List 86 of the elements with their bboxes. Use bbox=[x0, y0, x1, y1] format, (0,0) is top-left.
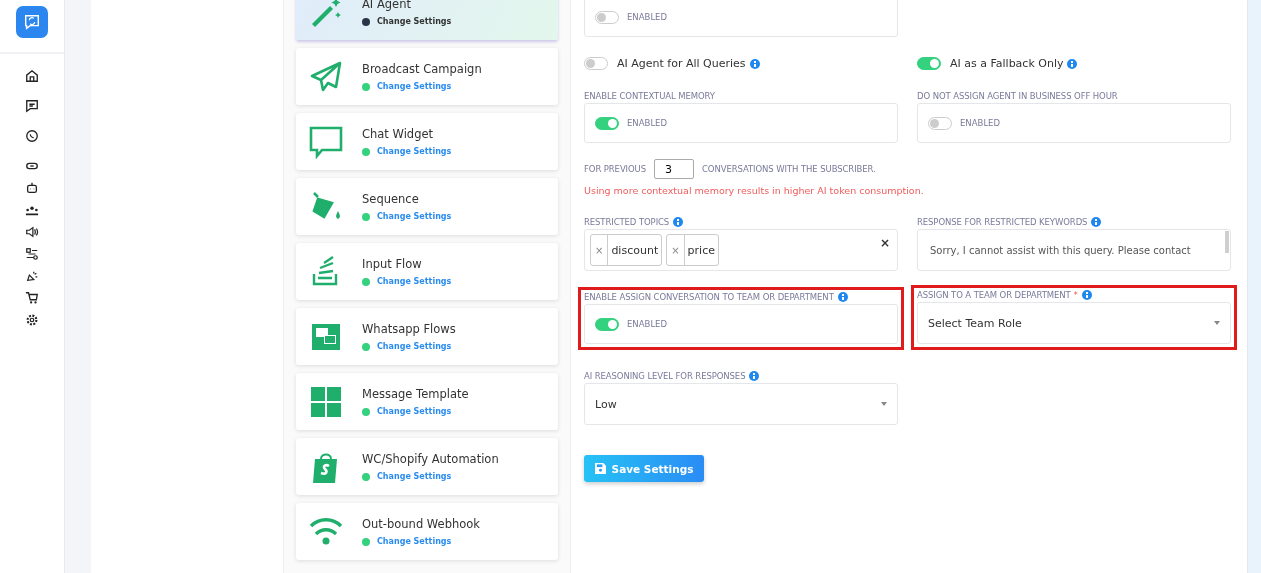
change-settings-link[interactable]: Change Settings bbox=[377, 277, 452, 286]
module-card[interactable]: Sequence Change Settings bbox=[296, 178, 558, 235]
change-settings-link[interactable]: Change Settings bbox=[377, 472, 452, 481]
topic-tag: × discount bbox=[590, 234, 663, 266]
module-title: WC/Shopify Automation bbox=[362, 452, 499, 466]
app-logo-icon[interactable] bbox=[16, 6, 48, 38]
change-settings-link[interactable]: Change Settings bbox=[377, 212, 452, 221]
toggle-switch[interactable] bbox=[917, 57, 941, 70]
status-dot bbox=[362, 82, 370, 91]
module-title: Sequence bbox=[362, 192, 420, 206]
status-dot bbox=[362, 147, 370, 156]
module-card[interactable]: Input Flow Change Settings bbox=[296, 243, 558, 300]
toggle-label: ENABLED bbox=[960, 118, 1001, 128]
info-icon[interactable] bbox=[1067, 58, 1078, 69]
change-settings-link[interactable]: Change Settings bbox=[377, 342, 452, 351]
speaker-icon[interactable] bbox=[25, 225, 39, 239]
info-icon[interactable] bbox=[1091, 217, 1102, 227]
status-dot bbox=[362, 472, 370, 481]
module-title: Message Template bbox=[362, 387, 469, 401]
message-icon[interactable] bbox=[25, 99, 39, 113]
module-title: AI Agent bbox=[362, 0, 412, 11]
field-label: ASSIGN TO A TEAM OR DEPARTMENT bbox=[917, 290, 1071, 300]
caret-icon bbox=[1214, 321, 1220, 325]
module-title: Chat Widget bbox=[362, 127, 435, 141]
toggle-label: ENABLED bbox=[627, 319, 668, 329]
cart-icon[interactable] bbox=[25, 291, 39, 305]
module-card[interactable]: WC/Shopify Automation Change Settings bbox=[296, 438, 558, 495]
module-card[interactable]: Out-bound Webhook Change Settings bbox=[296, 503, 558, 560]
toggle-switch[interactable] bbox=[595, 116, 619, 130]
field-label: DO NOT ASSIGN AGENT IN BUSINESS OFF HOUR bbox=[917, 91, 1119, 101]
status-dot bbox=[362, 407, 370, 416]
status-dot bbox=[362, 212, 370, 221]
warning-text: Using more contextual memory results in higher AI token consumption. bbox=[584, 185, 925, 196]
info-icon[interactable] bbox=[673, 217, 684, 227]
tags-field[interactable]: × discount × price × bbox=[584, 229, 898, 271]
field-label: AI REASONING LEVEL FOR RESPONSES bbox=[584, 371, 746, 381]
module-card[interactable]: Whatsapp Flows Change Settings bbox=[296, 308, 558, 365]
module-card[interactable]: AI Agent Change Settings bbox=[296, 0, 558, 40]
tag-remove-button[interactable]: × bbox=[667, 235, 685, 265]
required-mark: * bbox=[1073, 290, 1078, 300]
memory-suffix-text: CONVERSATIONS WITH THE SUBSCRIBER. bbox=[702, 164, 876, 174]
toggle-label: ENABLED bbox=[627, 12, 668, 22]
module-card[interactable]: Chat Widget Change Settings bbox=[296, 113, 558, 170]
active-dot bbox=[362, 17, 370, 26]
toggle-label: AI as a Fallback Only bbox=[950, 57, 1064, 70]
memory-prefix-text: FOR PREVIOUS bbox=[584, 164, 647, 174]
toggle-label: ENABLED bbox=[627, 118, 668, 128]
robot-icon[interactable] bbox=[25, 181, 39, 195]
home-icon[interactable] bbox=[25, 69, 39, 83]
change-settings-link[interactable]: Change Settings bbox=[377, 147, 452, 156]
clear-button[interactable]: × bbox=[879, 236, 890, 250]
toggle-switch[interactable] bbox=[595, 10, 619, 24]
change-settings-link[interactable]: Change Settings bbox=[377, 407, 452, 416]
field-label: ENABLE CONTEXTUAL MEMORY bbox=[584, 91, 716, 101]
module-title: Out-bound Webhook bbox=[362, 517, 480, 531]
module-card[interactable]: Broadcast Campaign Change Settings bbox=[296, 48, 558, 105]
info-icon[interactable] bbox=[749, 371, 760, 381]
workflow-icon[interactable] bbox=[25, 247, 39, 261]
status-dot bbox=[362, 537, 370, 546]
tag-remove-button[interactable]: × bbox=[591, 235, 609, 265]
field-label: RESPONSE FOR RESTRICTED KEYWORDS bbox=[917, 217, 1088, 227]
module-title: Whatsapp Flows bbox=[362, 322, 456, 336]
toggle-switch[interactable] bbox=[595, 317, 619, 331]
settings-icon[interactable] bbox=[25, 313, 39, 327]
info-icon[interactable] bbox=[1081, 290, 1092, 300]
change-settings-link[interactable]: Change Settings bbox=[377, 537, 452, 546]
change-settings-link[interactable]: Change Settings bbox=[377, 17, 452, 26]
topic-tag: × price bbox=[666, 234, 719, 266]
info-icon[interactable] bbox=[837, 292, 848, 302]
status-dot bbox=[362, 277, 370, 286]
field-label: RESTRICTED TOPICS bbox=[584, 217, 670, 227]
module-title: Input Flow bbox=[362, 257, 423, 271]
module-title: Broadcast Campaign bbox=[362, 62, 482, 76]
caret-icon bbox=[881, 402, 887, 406]
info-icon[interactable] bbox=[749, 58, 760, 69]
field-label: ENABLE ASSIGN CONVERSATION TO TEAM OR DEPARTMENT bbox=[584, 292, 834, 302]
module-card[interactable]: Message Template Change Settings bbox=[296, 373, 558, 430]
toggle-switch[interactable] bbox=[928, 116, 952, 130]
team-select[interactable]: Select Team Role bbox=[917, 302, 1231, 344]
status-dot bbox=[362, 342, 370, 351]
conversation-count-field[interactable]: 3 bbox=[654, 159, 695, 179]
reasoning-select[interactable]: Low bbox=[584, 383, 898, 425]
toggle-switch[interactable] bbox=[584, 57, 608, 70]
toggle-label: AI Agent for All Queries bbox=[617, 57, 746, 70]
change-settings-link[interactable]: Change Settings bbox=[377, 82, 452, 91]
response-textarea[interactable]: Sorry, I cannot assist with this query. Please contact bbox=[917, 229, 1231, 271]
